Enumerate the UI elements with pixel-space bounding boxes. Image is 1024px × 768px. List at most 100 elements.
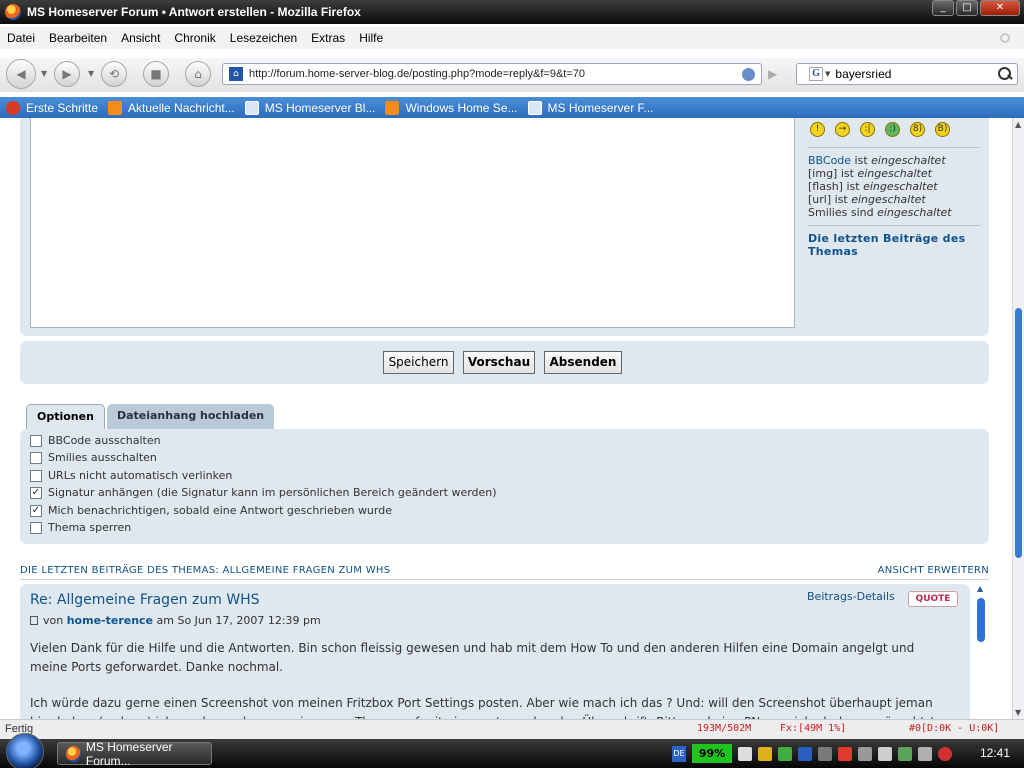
checkbox[interactable] (30, 434, 42, 447)
search-input[interactable]: bayersried (835, 67, 997, 81)
menu-hilfe[interactable]: Hilfe (359, 31, 383, 45)
home-button[interactable]: ⌂ (185, 61, 211, 87)
firefox-memory: Fx:[49M 1%] (780, 723, 847, 734)
menu-datei[interactable]: Datei (7, 31, 35, 45)
language-indicator[interactable]: DE (672, 745, 686, 762)
hardware-tray-icon[interactable] (818, 746, 832, 761)
checkbox[interactable] (30, 451, 42, 464)
back-button[interactable]: ◀ (6, 59, 36, 89)
submit-button[interactable]: Absenden (544, 351, 622, 374)
forward-button[interactable]: ▶ (54, 61, 80, 87)
bookmark-ms-homeserver-blog[interactable]: MS Homeserver Bl... (244, 100, 375, 115)
clock-app-icon[interactable] (758, 746, 772, 761)
option-notify-reply[interactable]: ✓ Mich benachrichtigen, sobald eine Antw… (30, 504, 392, 517)
scroll-up-icon[interactable]: ▲ (1015, 120, 1021, 129)
search-engine-icon[interactable]: G (809, 67, 823, 81)
activity-throbber-icon (1000, 33, 1010, 43)
search-icon[interactable] (997, 66, 1013, 82)
forward-history-dropdown-icon[interactable]: ▼ (88, 69, 94, 78)
bookmark-aktuelle-nachrichten[interactable]: Aktuelle Nachricht... (108, 100, 235, 115)
menu-extras[interactable]: Extras (311, 31, 345, 45)
uber-geek-smiley-icon[interactable]: B) (935, 122, 950, 137)
checkbox[interactable] (30, 521, 42, 534)
recent-posts-heading: DIE LETZTEN BEITRÄGE DES THEMAS: ALLGEME… (20, 565, 989, 576)
reload-button[interactable]: ⟲ (101, 61, 127, 87)
network-monitor-icon[interactable] (798, 746, 812, 761)
taskbar-clock[interactable]: 12:41 (980, 746, 1010, 760)
option-disable-smilies[interactable]: Smilies ausschalten (30, 451, 157, 464)
bookmark-erste-schritte[interactable]: Erste Schritte (6, 100, 98, 115)
checkbox[interactable] (30, 469, 42, 482)
search-bar[interactable]: G ▼ bayersried (796, 63, 1018, 85)
recent-posts-scrollbar[interactable]: ▲ (975, 584, 989, 719)
bbcode-link[interactable]: BBCode (808, 154, 851, 167)
printer-icon[interactable] (878, 746, 892, 761)
power-plug-icon[interactable] (738, 746, 752, 761)
option-attach-signature[interactable]: ✓ Signatur anhängen (die Signatur kann i… (30, 486, 497, 499)
search-engine-dropdown-icon[interactable]: ▼ (825, 70, 830, 78)
maximize-button[interactable]: □ (956, 0, 978, 16)
volume-icon[interactable] (918, 746, 932, 761)
post-details-link[interactable]: Beitrags-Details (807, 590, 895, 603)
stop-button[interactable]: ■ (143, 61, 169, 87)
address-bar[interactable]: ⌂ http://forum.home-server-blog.de/posti… (222, 63, 762, 85)
option-label: URLs nicht automatisch verlinken (48, 469, 233, 482)
preview-button[interactable]: Vorschau (463, 351, 535, 374)
neutral-smiley-icon[interactable]: :| (860, 122, 875, 137)
tab-attachments[interactable]: Dateianhang hochladen (106, 404, 275, 429)
menu-chronik[interactable]: Chronik (174, 31, 215, 45)
minimize-button[interactable]: _ (932, 0, 954, 16)
app-tray-icon[interactable] (778, 746, 792, 761)
bookmark-ms-homeserver-forum[interactable]: MS Homeserver F... (527, 100, 654, 115)
battery-indicator[interactable]: 99% (692, 744, 732, 763)
back-history-dropdown-icon[interactable]: ▼ (41, 69, 47, 78)
page-scrollbar[interactable]: ▲ ▼ (1012, 118, 1024, 719)
taskbar-firefox-window[interactable]: MS Homeserver Forum... (57, 740, 212, 768)
post-body: Vielen Dank für die Hilfe und die Antwor… (30, 639, 950, 719)
safely-remove-icon[interactable] (898, 746, 912, 761)
security-alert-icon[interactable] (938, 746, 952, 761)
recent-post: Re: Allgemeine Fragen zum WHS von home-t… (20, 584, 970, 719)
message-textarea[interactable] (30, 118, 795, 328)
arrow-smiley-icon[interactable]: → (835, 122, 850, 137)
expand-view-link[interactable]: ANSICHT ERWEITERN (878, 565, 989, 576)
transfer-stats: #0[D:0K - U:0K] (909, 723, 1000, 734)
scroll-thumb[interactable] (977, 598, 985, 642)
option-disable-bbcode[interactable]: BBCode ausschalten (30, 434, 161, 447)
feed-icon[interactable] (742, 67, 755, 81)
status-verb: ist (842, 180, 864, 193)
window-title-bar: MS Homeserver Forum • Antwort erstellen … (0, 0, 1024, 24)
post-title[interactable]: Re: Allgemeine Fragen zum WHS (30, 592, 260, 608)
checkbox-checked[interactable]: ✓ (30, 486, 42, 499)
option-no-auto-links[interactable]: URLs nicht automatisch verlinken (30, 469, 232, 482)
bookmark-windows-home-server[interactable]: Windows Home Se... (385, 100, 518, 115)
save-button[interactable]: Speichern (383, 351, 454, 374)
menu-lesezeichen[interactable]: Lesezeichen (230, 31, 297, 45)
smiley-row: ! → :| :) 8) B) (810, 122, 980, 137)
post-author[interactable]: home-terence (67, 614, 153, 627)
firefox-icon (5, 4, 21, 20)
geek-smiley-icon[interactable]: 8) (910, 122, 925, 137)
signal-icon[interactable] (858, 746, 872, 761)
bbcode-status: BBCode ist eingeschaltet (808, 154, 980, 167)
options-tabs: Optionen Dateianhang hochladen (26, 404, 275, 429)
green-smiley-icon[interactable]: :) (885, 122, 900, 137)
go-arrow-icon[interactable]: ▶ (768, 67, 777, 81)
option-lock-topic[interactable]: Thema sperren (30, 521, 131, 534)
url-text[interactable]: http://forum.home-server-blog.de/posting… (249, 68, 742, 80)
quote-button[interactable]: QUOTE (908, 591, 958, 607)
close-button[interactable]: ✕ (980, 0, 1020, 16)
site-home-icon (527, 100, 542, 115)
tab-options[interactable]: Optionen (26, 404, 105, 429)
sidebar-divider (808, 147, 980, 148)
scroll-down-icon[interactable]: ▼ (1015, 708, 1021, 717)
idea-smiley-icon[interactable]: ! (810, 122, 825, 137)
checkbox-checked[interactable]: ✓ (30, 504, 42, 517)
start-button[interactable] (6, 733, 44, 768)
scroll-thumb[interactable] (1015, 308, 1022, 558)
antivirus-icon[interactable] (838, 746, 852, 761)
scroll-up-icon[interactable]: ▲ (977, 584, 983, 593)
recent-posts-link[interactable]: Die letzten Beiträge des Themas (808, 232, 980, 258)
menu-bearbeiten[interactable]: Bearbeiten (49, 31, 107, 45)
menu-ansicht[interactable]: Ansicht (121, 31, 160, 45)
